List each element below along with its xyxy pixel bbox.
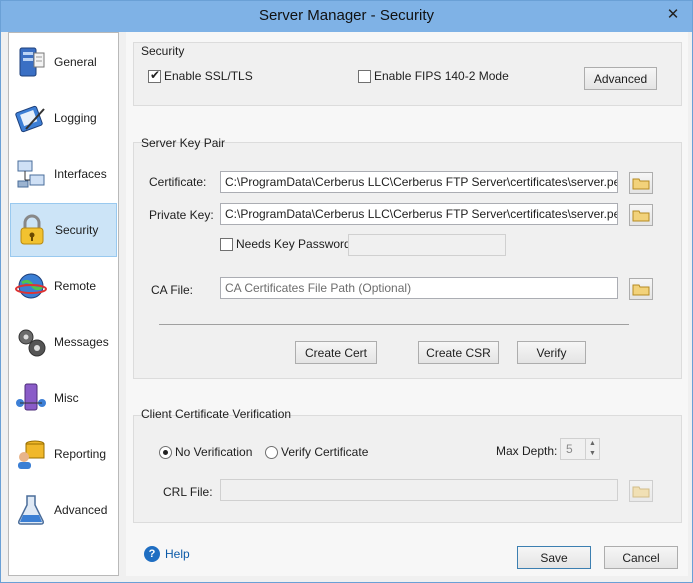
network-icon — [17, 160, 45, 188]
server-key-pair-title: Server Key Pair — [141, 136, 226, 150]
verify-certificate-radio[interactable]: Verify Certificate — [265, 445, 368, 459]
misc-network-icon — [16, 383, 46, 411]
needs-key-password-checkbox[interactable]: Needs Key Password — [220, 237, 351, 251]
sidebar-item-security[interactable]: Security — [10, 203, 117, 257]
notebook-pen-icon — [15, 105, 45, 133]
sidebar-item-messages[interactable]: Messages — [10, 315, 117, 369]
sidebar-item-general[interactable]: General — [10, 35, 117, 89]
ca-file-browse-button[interactable] — [629, 278, 653, 300]
no-verification-radio[interactable]: No Verification — [159, 445, 252, 459]
sidebar-item-misc[interactable]: Misc — [10, 371, 117, 425]
enable-fips-label: Enable FIPS 140-2 Mode — [374, 69, 509, 83]
no-verification-radio-dot[interactable] — [159, 445, 172, 459]
title-bar[interactable]: Server Manager - Security ✕ — [1, 1, 692, 32]
no-verification-label: No Verification — [175, 445, 253, 459]
help-label: Help — [165, 547, 190, 561]
enable-ssl-label: Enable SSL/TLS — [164, 69, 253, 83]
users-database-icon — [18, 440, 45, 469]
sidebar-item-label: Remote — [54, 279, 97, 293]
enable-fips-checkbox-box[interactable] — [358, 69, 371, 83]
crl-file-browse-button — [629, 480, 653, 502]
crl-file-input — [220, 479, 618, 501]
server-manager-window: Server Manager - Security ✕ General Logg… — [0, 0, 693, 583]
sidebar-item-interfaces[interactable]: Interfaces — [10, 147, 117, 201]
spinner-arrows: ▲ ▼ — [585, 439, 599, 459]
key-pair-separator — [159, 324, 629, 325]
ca-file-label: CA File: — [151, 283, 194, 297]
sidebar-item-label: Interfaces — [54, 167, 107, 181]
create-csr-button[interactable]: Create CSR — [418, 341, 499, 364]
help-link[interactable]: ? Help — [144, 546, 190, 562]
max-depth-spinner: 5 ▲ ▼ — [560, 438, 600, 460]
ca-file-input[interactable]: CA Certificates File Path (Optional) — [220, 277, 618, 299]
sidebar-item-label: Misc — [54, 391, 79, 405]
enable-ssl-checkbox[interactable]: Enable SSL/TLS — [148, 68, 253, 83]
sidebar: General Logging Interfaces Security Remo… — [8, 32, 119, 576]
folder-icon — [632, 486, 650, 498]
sidebar-item-label: Advanced — [54, 503, 108, 517]
key-password-input — [348, 234, 506, 256]
close-icon[interactable]: ✕ — [662, 5, 684, 25]
security-settings-panel: Security Enable SSL/TLS Enable FIPS 140-… — [126, 32, 688, 576]
spinner-down-icon: ▼ — [589, 450, 596, 457]
private-key-input[interactable]: C:\ProgramData\Cerberus LLC\Cerberus FTP… — [220, 203, 618, 225]
spinner-up-icon: ▲ — [589, 440, 596, 447]
sidebar-item-reporting[interactable]: Reporting — [10, 427, 117, 481]
help-icon: ? — [144, 546, 160, 562]
max-depth-value: 5 — [566, 442, 573, 456]
window-title: Server Manager - Security — [258, 7, 435, 24]
verify-button[interactable]: Verify — [517, 341, 586, 364]
folder-icon — [632, 178, 650, 190]
certificate-label: Certificate: — [149, 175, 207, 189]
crl-file-label: CRL File: — [163, 485, 213, 499]
enable-fips-checkbox[interactable]: Enable FIPS 140-2 Mode — [358, 69, 509, 83]
advanced-button[interactable]: Advanced — [584, 67, 657, 90]
security-group-title: Security — [141, 44, 185, 58]
sidebar-item-label: Messages — [54, 335, 109, 349]
folder-icon — [632, 284, 650, 296]
cancel-button[interactable]: Cancel — [604, 546, 678, 569]
verify-certificate-radio-dot[interactable] — [265, 445, 278, 459]
globe-remote-icon — [15, 273, 47, 299]
sidebar-item-remote[interactable]: Remote — [10, 259, 117, 313]
sidebar-item-advanced[interactable]: Advanced — [10, 483, 117, 537]
flask-icon — [18, 495, 44, 525]
sidebar-item-label: Security — [55, 223, 99, 237]
certificate-input[interactable]: C:\ProgramData\Cerberus LLC\Cerberus FTP… — [220, 171, 618, 193]
sidebar-item-logging[interactable]: Logging — [10, 91, 117, 145]
gears-icon — [18, 329, 46, 357]
needs-key-password-label: Needs Key Password — [236, 237, 351, 251]
max-depth-label: Max Depth: — [496, 444, 558, 458]
folder-icon — [632, 210, 650, 222]
save-button[interactable]: Save — [517, 546, 591, 569]
sidebar-item-label: Reporting — [54, 447, 107, 461]
client-verification-group — [133, 415, 682, 523]
create-cert-button[interactable]: Create Cert — [295, 341, 377, 364]
verify-certificate-label: Verify Certificate — [281, 445, 369, 459]
client-verification-title: Client Certificate Verification — [141, 407, 292, 421]
server-icon — [19, 47, 45, 77]
private-key-label: Private Key: — [149, 208, 214, 222]
enable-ssl-checkbox-box[interactable] — [148, 68, 161, 83]
certificate-browse-button[interactable] — [629, 172, 653, 194]
padlock-icon — [20, 214, 44, 245]
private-key-browse-button[interactable] — [629, 204, 653, 226]
sidebar-item-label: Logging — [54, 111, 97, 125]
sidebar-item-label: General — [54, 55, 97, 69]
needs-key-password-checkbox-box[interactable] — [220, 237, 233, 251]
